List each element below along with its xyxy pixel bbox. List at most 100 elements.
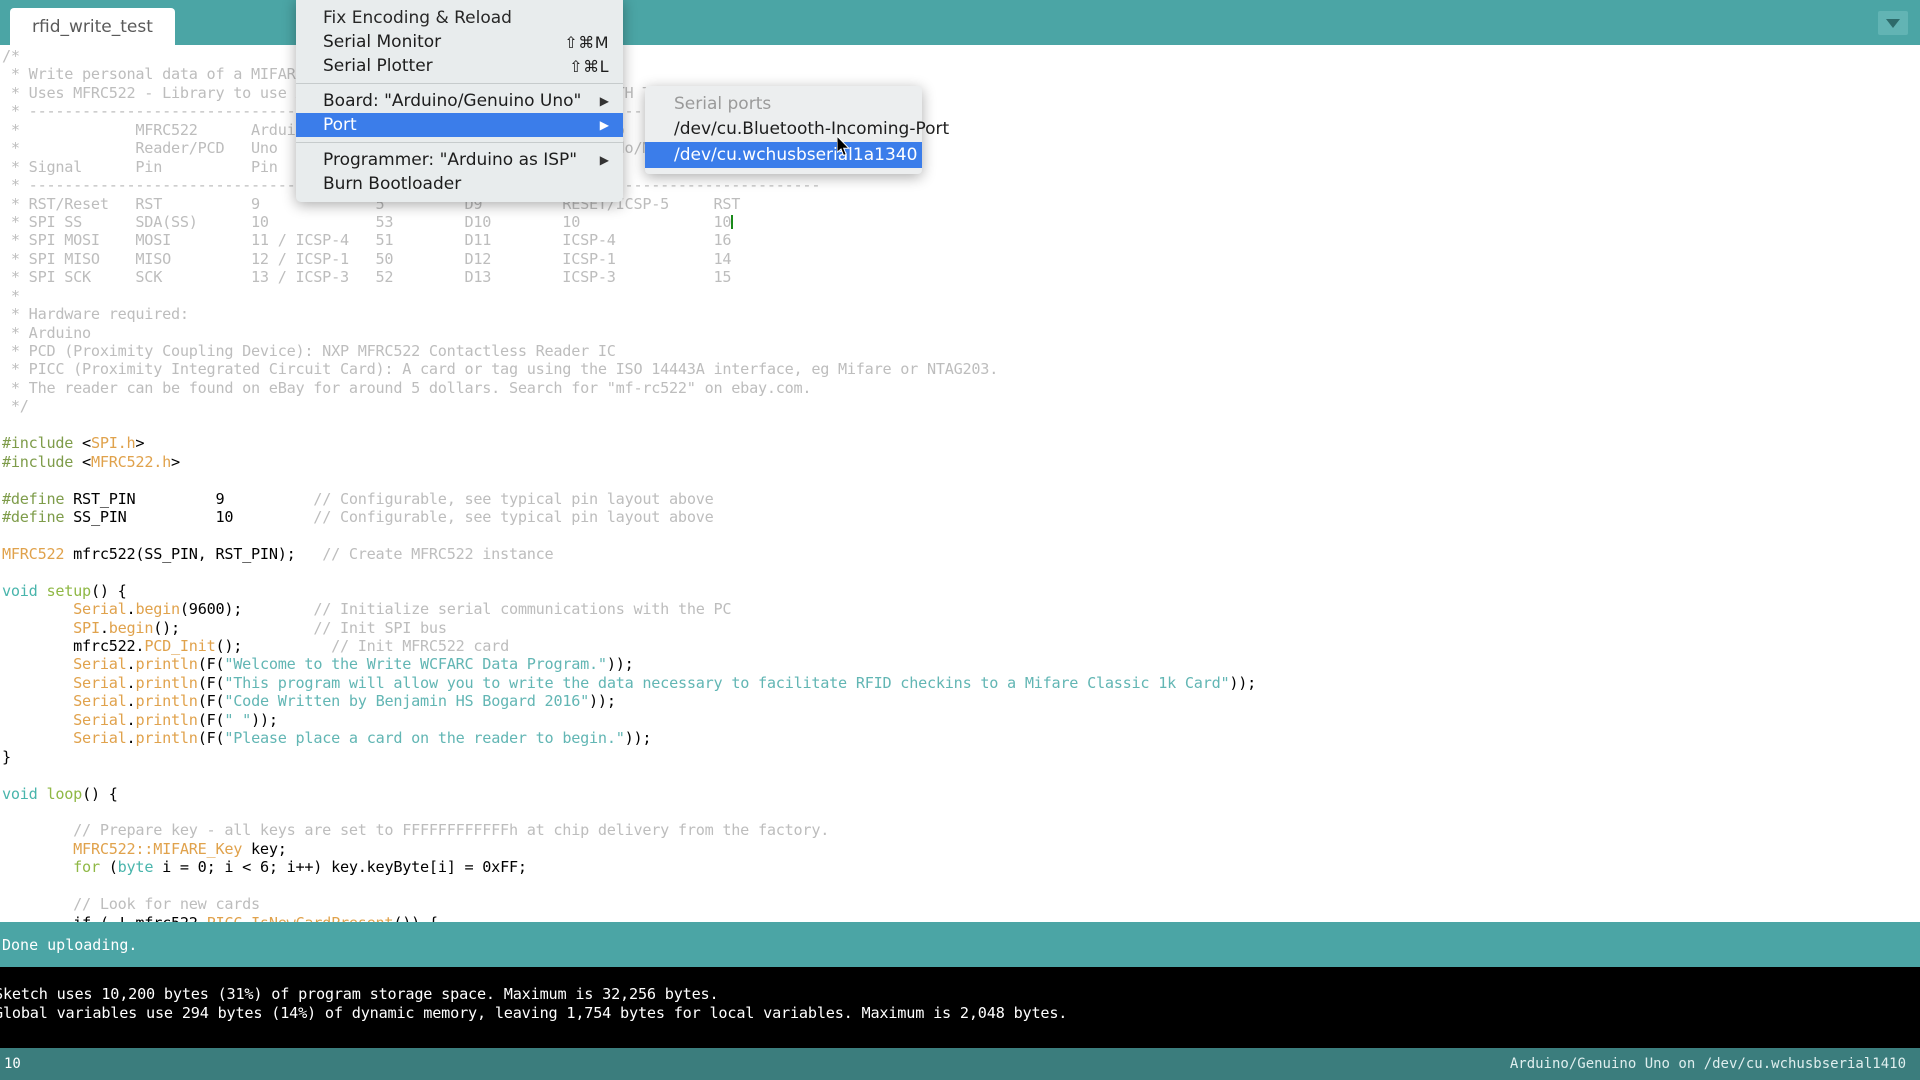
code-line: mfrc522.PCD_Init(); // Init MFRC522 card xyxy=(0,637,1256,655)
code-editor[interactable]: /* * Write personal data of a MIFARE RFI… xyxy=(0,45,1920,922)
code-line: if ( ! mfrc522.PICC_IsNewCardPresent()) … xyxy=(0,914,1256,922)
code-token xyxy=(2,711,73,729)
code-line: void setup() { xyxy=(0,582,1256,600)
menu-item-board[interactable]: Board: "Arduino/Genuino Uno"▶ xyxy=(296,89,623,113)
code-line: SPI.begin(); // Init SPI bus xyxy=(0,619,1256,637)
menu-item-fix-encoding[interactable]: Fix Encoding & Reload xyxy=(296,6,623,30)
code-line: * Arduino xyxy=(0,324,1256,342)
code-line: #include <MFRC522.h> xyxy=(0,453,1256,471)
menu-separator xyxy=(296,83,623,84)
menu-item-programmer[interactable]: Programmer: "Arduino as ISP"▶ xyxy=(296,148,623,172)
code-line: for (byte i = 0; i < 6; i++) key.keyByte… xyxy=(0,858,1256,876)
code-token: mfrc522. xyxy=(2,637,144,655)
code-token: * Arduino xyxy=(2,324,91,342)
code-token xyxy=(2,858,73,876)
code-token: )); xyxy=(251,711,278,729)
code-token: () { xyxy=(82,785,118,803)
board-info: Arduino/Genuino Uno on /dev/cu.wchusbser… xyxy=(1510,1056,1906,1072)
code-token: #include xyxy=(2,453,82,471)
menu-item-label: Serial Monitor xyxy=(323,32,441,52)
code-line: * Hardware required: xyxy=(0,305,1256,323)
console-output[interactable]: Sketch uses 10,200 bytes (31%) of progra… xyxy=(0,967,1920,1048)
code-token: byte xyxy=(118,858,154,876)
menu-item-burn-bootloader[interactable]: Burn Bootloader xyxy=(296,172,623,196)
console-line: Sketch uses 10,200 bytes (31%) of progra… xyxy=(0,985,1920,1004)
code-line: * Signal Pin Pin Pin Pin Pin Pin xyxy=(0,158,1256,176)
code-token: #include xyxy=(2,434,82,452)
code-token: // Init SPI bus xyxy=(313,619,446,637)
code-token: (F( xyxy=(198,692,225,710)
menu-item-port[interactable]: Port▶ xyxy=(296,113,623,137)
code-token: Serial xyxy=(73,692,126,710)
code-token: "Please place a card on the reader to be… xyxy=(224,729,624,747)
code-token: (F( xyxy=(198,729,225,747)
menu-item-serial-plotter[interactable]: Serial Plotter⇧⌘L xyxy=(296,54,623,78)
code-token: begin xyxy=(109,619,153,637)
code-token: (F( xyxy=(198,655,225,673)
code-token: MFRC522::MIFARE_Key xyxy=(73,840,242,858)
code-line: * The reader can be found on eBay for ar… xyxy=(0,379,1256,397)
code-line: #define RST_PIN 9 // Configurable, see t… xyxy=(0,490,1256,508)
code-line xyxy=(0,563,1256,581)
code-token xyxy=(2,803,11,821)
code-token xyxy=(2,729,73,747)
code-line xyxy=(0,877,1256,895)
code-line xyxy=(0,766,1256,784)
tab-label: rfid_write_test xyxy=(32,17,153,37)
code-token: < xyxy=(82,434,91,452)
code-line: MFRC522::MIFARE_Key key; xyxy=(0,840,1256,858)
code-line: * MFRC522 Arduino Arduino Arduino Arduin… xyxy=(0,121,1256,139)
code-token: // Create MFRC522 instance xyxy=(322,545,553,563)
code-line: Serial.begin(9600); // Initialize serial… xyxy=(0,600,1256,618)
code-token xyxy=(2,895,73,913)
code-token: )); xyxy=(625,729,652,747)
code-token: " " xyxy=(224,711,251,729)
code-line: // Prepare key - all keys are set to FFF… xyxy=(0,821,1256,839)
code-token: void xyxy=(2,785,38,803)
code-token: "Welcome to the Write WCFARC Data Progra… xyxy=(224,655,606,673)
code-token: )); xyxy=(607,655,634,673)
code-line: Serial.println(F("Welcome to the Write W… xyxy=(0,655,1256,673)
code-token: ( xyxy=(100,858,118,876)
code-token xyxy=(2,526,11,544)
code-token xyxy=(2,766,11,784)
code-token xyxy=(2,655,73,673)
code-token: #define xyxy=(2,490,64,508)
code-token: < xyxy=(82,453,91,471)
line-number: 10 xyxy=(4,1056,21,1072)
code-line: * Reader/PCD Uno Mega Nano v3 Leonardo/M… xyxy=(0,139,1256,157)
code-token: "This program will allow you to write th… xyxy=(224,674,1229,692)
submenu-item-port-0[interactable]: /dev/cu.Bluetooth-Incoming-Port xyxy=(645,116,922,142)
code-token: for xyxy=(73,858,100,876)
tools-menu[interactable]: Fix Encoding & ReloadSerial Monitor⇧⌘MSe… xyxy=(296,0,623,202)
code-token: )); xyxy=(589,692,616,710)
code-line: * xyxy=(0,287,1256,305)
code-token: SPI xyxy=(73,619,100,637)
code-line: * Uses MFRC522 - Library to use ARDUINO … xyxy=(0,84,1256,102)
code-line xyxy=(0,471,1256,489)
code-token: // Configurable, see typical pin layout … xyxy=(313,490,713,508)
submenu-item-port-1[interactable]: /dev/cu.wchusbserial1a1340 xyxy=(645,142,922,168)
code-line: * SPI SCK SCK 13 / ICSP-3 52 D13 ICSP-3 … xyxy=(0,268,1256,286)
code-text[interactable]: /* * Write personal data of a MIFARE RFI… xyxy=(0,45,1256,922)
status-strip: Done uploading. xyxy=(0,922,1920,967)
menu-item-label: Fix Encoding & Reload xyxy=(323,8,512,28)
code-token: MFRC522 xyxy=(2,545,64,563)
code-token: // Look for new cards xyxy=(73,895,260,913)
port-submenu[interactable]: Serial ports/dev/cu.Bluetooth-Incoming-P… xyxy=(645,86,922,174)
menu-separator xyxy=(296,142,623,143)
code-token: (); xyxy=(153,619,313,637)
code-token: * Hardware required: xyxy=(2,305,189,323)
code-token: Serial xyxy=(73,655,126,673)
code-token: > xyxy=(135,434,144,452)
code-line: Serial.println(F("This program will allo… xyxy=(0,674,1256,692)
code-line xyxy=(0,416,1256,434)
code-token: println xyxy=(135,729,197,747)
menu-item-serial-monitor[interactable]: Serial Monitor⇧⌘M xyxy=(296,30,623,54)
code-token: setup xyxy=(46,582,90,600)
tab-rfid-write-test[interactable]: rfid_write_test xyxy=(10,8,175,45)
code-token: println xyxy=(135,692,197,710)
code-token: . xyxy=(100,619,109,637)
code-token: ()) { xyxy=(393,914,437,922)
tab-dropdown-button[interactable] xyxy=(1878,11,1908,35)
